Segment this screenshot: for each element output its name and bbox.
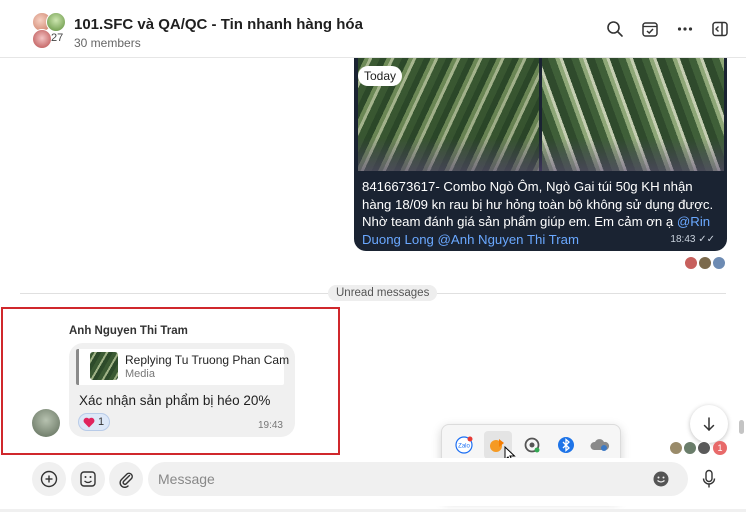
sticker-icon xyxy=(80,471,96,487)
avatar[interactable] xyxy=(32,409,60,437)
more-icon[interactable] xyxy=(674,18,696,40)
sidebar-toggle-icon[interactable] xyxy=(709,18,731,40)
message-time: 18:43 ✓✓ xyxy=(670,234,715,245)
chrome-remote-icon[interactable] xyxy=(518,431,546,459)
member-avatar xyxy=(32,29,52,49)
reader-avatar xyxy=(684,256,698,270)
reaction-count: 1 xyxy=(98,416,105,428)
reader-avatar xyxy=(697,441,711,455)
reply-subtitle: Media xyxy=(125,368,155,380)
sticker-button[interactable] xyxy=(71,462,105,496)
seen-avatars[interactable]: 1 xyxy=(669,441,729,455)
reply-preview[interactable]: Replying Tu Truong Phan Cam Media xyxy=(76,349,289,385)
emoji-icon[interactable] xyxy=(652,470,670,488)
date-pill: Today xyxy=(358,66,403,86)
message-text: 8416673617- Combo Ngò Ôm, Ngò Gai túi 50… xyxy=(362,178,722,248)
reaction-chip[interactable]: 1 xyxy=(78,413,110,431)
bluetooth-icon[interactable] xyxy=(552,431,580,459)
seen-count-badge: 1 xyxy=(713,441,727,455)
arrow-down-icon xyxy=(703,417,715,432)
microphone-icon xyxy=(702,469,716,488)
unread-divider: Unread messages xyxy=(0,285,746,301)
reader-avatar xyxy=(683,441,697,455)
message-composer xyxy=(0,458,746,506)
paperclip-icon xyxy=(119,472,133,488)
chat-title[interactable]: 101.SFC và QA/QC - Tin nhanh hàng hóa xyxy=(74,16,363,33)
scroll-to-bottom-button[interactable] xyxy=(690,405,728,443)
message-input[interactable] xyxy=(158,462,638,496)
voice-record-button[interactable] xyxy=(696,466,722,492)
message-text-body: 8416673617- Combo Ngò Ôm, Ngò Gai túi 50… xyxy=(362,179,714,229)
mention-link[interactable]: @Anh Nguyen Thi Tram xyxy=(438,232,579,247)
outgoing-message-bubble[interactable]: Today 8416673617- Combo Ngò Ôm, Ngò Gai … xyxy=(354,58,727,251)
reader-avatar xyxy=(712,256,726,270)
member-count-badge: 27 xyxy=(51,32,64,44)
svg-text:Zalo: Zalo xyxy=(458,444,470,450)
calendar-check-icon[interactable] xyxy=(639,18,661,40)
message-text: Xác nhận sản phẩm bị héo 20% xyxy=(79,393,271,408)
search-icon[interactable] xyxy=(604,18,626,40)
photo-overlay xyxy=(358,138,724,171)
incoming-message-bubble[interactable]: Replying Tu Truong Phan Cam Media Xác nh… xyxy=(69,343,295,437)
message-input-wrapper xyxy=(148,462,688,496)
member-avatar xyxy=(46,12,66,32)
reader-avatar xyxy=(698,256,712,270)
message-time-text: 18:43 xyxy=(670,234,696,245)
members-count[interactable]: 30 members xyxy=(74,36,141,50)
message-time: 19:43 xyxy=(257,420,283,431)
add-button[interactable] xyxy=(32,462,66,496)
unread-label: Unread messages xyxy=(328,285,438,301)
group-avatar[interactable]: 27 xyxy=(30,12,68,50)
sender-name[interactable]: Anh Nguyen Thi Tram xyxy=(69,325,188,337)
read-receipts[interactable] xyxy=(684,256,728,270)
reply-thumbnail xyxy=(90,352,118,380)
read-status-icon: ✓✓ xyxy=(698,234,715,245)
onedrive-icon[interactable] xyxy=(586,431,614,459)
heart-icon xyxy=(83,417,95,427)
attach-button[interactable] xyxy=(109,462,143,496)
reply-title: Replying Tu Truong Phan Cam xyxy=(125,353,290,367)
plus-circle-icon xyxy=(40,470,58,488)
scrollbar[interactable] xyxy=(739,420,744,434)
reader-avatar xyxy=(669,441,683,455)
chat-header: 27 101.SFC và QA/QC - Tin nhanh hàng hóa… xyxy=(0,0,746,58)
zalo-app-icon[interactable]: Zalo xyxy=(450,431,478,459)
